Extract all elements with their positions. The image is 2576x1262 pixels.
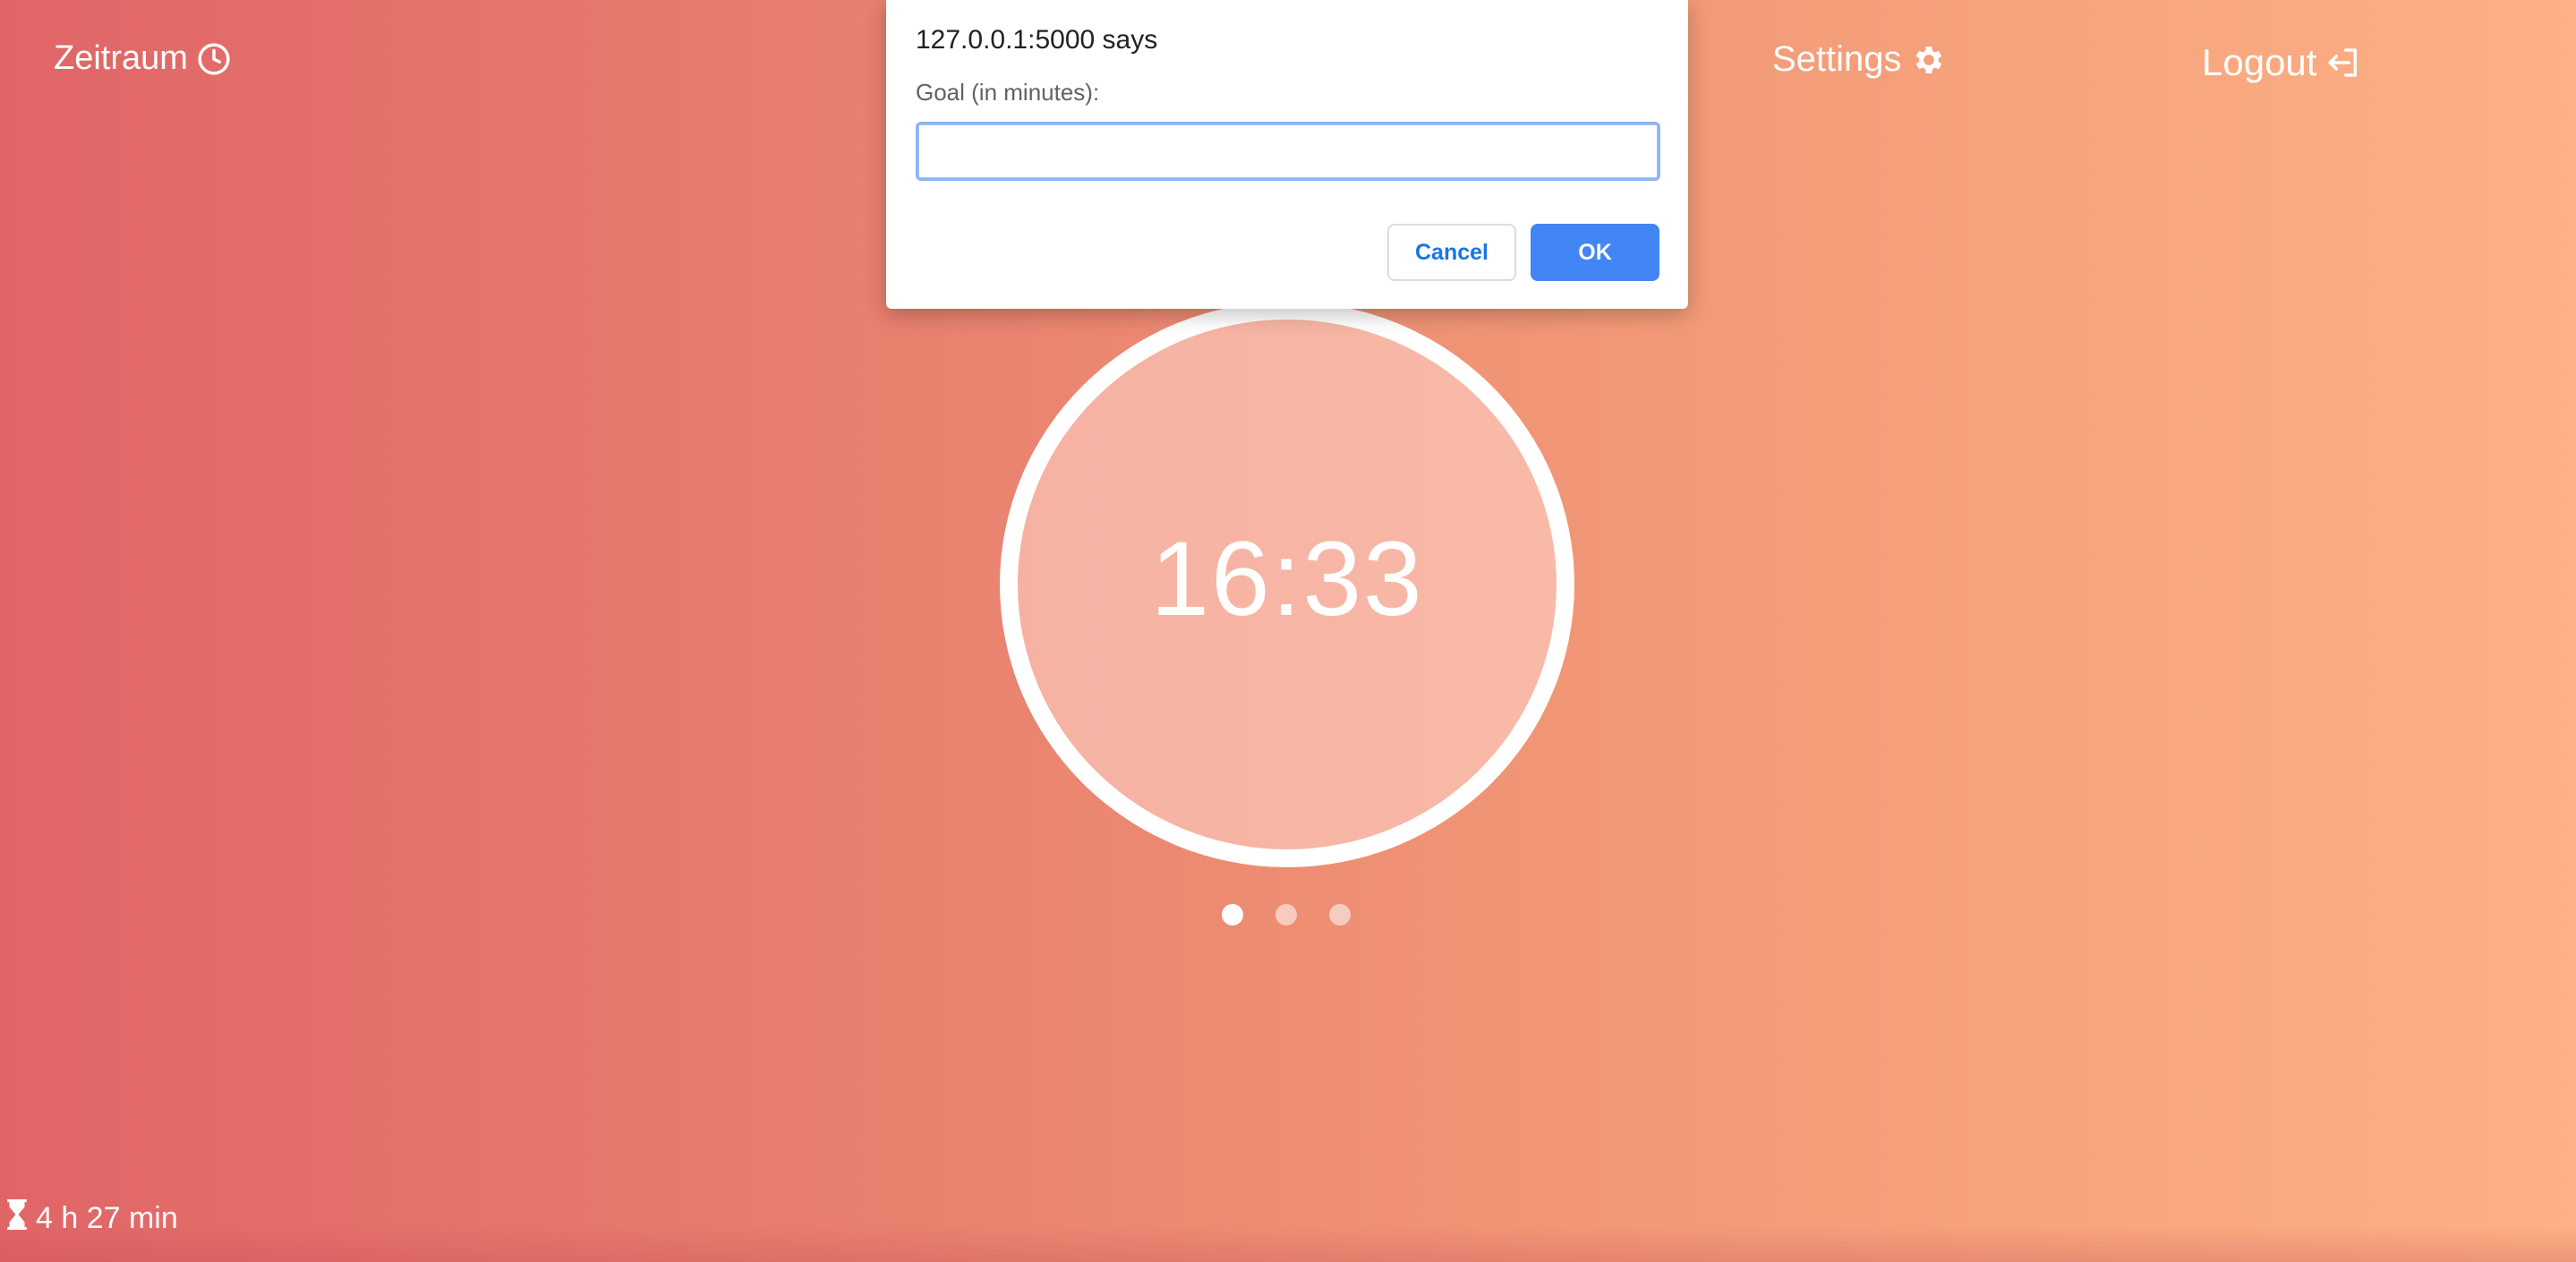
background-shade (0, 1226, 2576, 1262)
brand-link[interactable]: Zeitraum (54, 39, 231, 78)
timer-circle[interactable]: 16:33 (1000, 302, 1574, 867)
settings-link[interactable]: Settings (1772, 39, 1947, 80)
dialog-message: Goal (in minutes): (916, 79, 1100, 106)
ok-button[interactable]: OK (1531, 224, 1659, 281)
pager-dot-1[interactable] (1222, 904, 1243, 925)
dialog-title: 127.0.0.1:5000 says (916, 25, 1158, 55)
cancel-button[interactable]: Cancel (1387, 224, 1516, 281)
timer-display: 16:33 (1150, 520, 1424, 638)
prompt-dialog: 127.0.0.1:5000 says Goal (in minutes): C… (886, 0, 1688, 309)
elapsed-text: 4 h 27 min (36, 1201, 178, 1235)
logout-link[interactable]: Logout (2202, 41, 2363, 84)
pager-dots (1222, 904, 1351, 925)
gear-icon (1911, 42, 1947, 78)
settings-label: Settings (1772, 39, 1902, 79)
brand-label: Zeitraum (54, 39, 188, 77)
pager-dot-2[interactable] (1275, 904, 1297, 925)
goal-input[interactable] (916, 122, 1660, 181)
hourglass-icon (5, 1199, 29, 1238)
sign-out-icon (2325, 44, 2363, 81)
logout-label: Logout (2202, 41, 2317, 83)
clock-icon (197, 42, 231, 76)
elapsed-time: 4 h 27 min (5, 1199, 178, 1238)
pager-dot-3[interactable] (1329, 904, 1351, 925)
